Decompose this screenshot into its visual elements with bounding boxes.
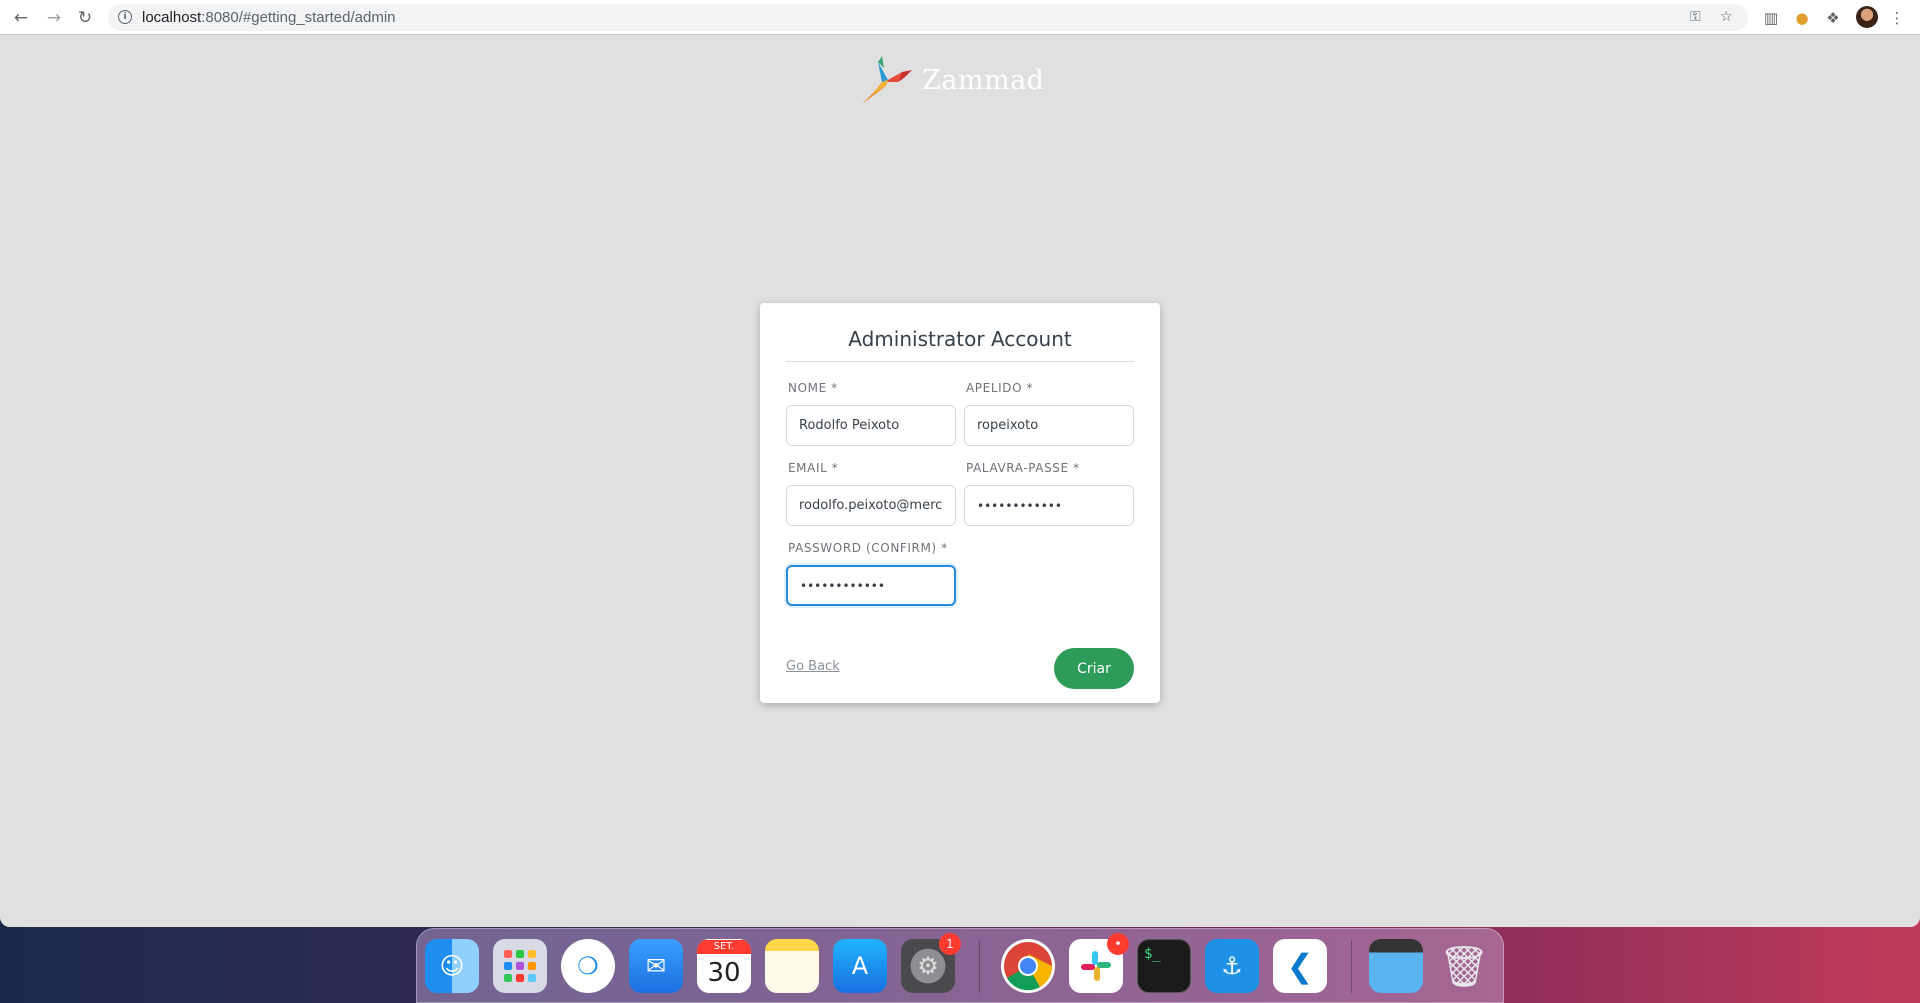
mail-icon[interactable]: ✉ [629,939,683,993]
calendar-month: SET. [697,940,751,954]
macos-dock: ☺ ❍ ✉ SET. 30 A ⚙ 1 • $_ ⚓ ❮ 🗑 [416,928,1504,1003]
reload-icon[interactable]: ↻ [73,6,97,30]
browser-menu-icon[interactable]: ⋮ [1886,7,1908,29]
apelido-label: APELIDO * [966,381,1034,395]
url-path: :8080/#getting_started/admin [201,9,396,26]
password-input[interactable]: •••••••••••• [964,485,1134,526]
back-icon[interactable]: ← [9,6,33,30]
email-label: EMAIL * [788,461,839,475]
go-back-link[interactable]: Go Back [786,659,840,674]
profile-avatar[interactable] [1856,6,1878,28]
logo-text: Zammad [922,64,1045,96]
extensions-puzzle-icon[interactable]: ❖ [1822,7,1844,29]
nome-input[interactable]: Rodolfo Peixoto [786,405,956,446]
docker-icon[interactable]: ⚓ [1205,939,1259,993]
page-content: Zammad Administrator Account NOME * Rodo… [0,36,1920,927]
bookmark-star-icon[interactable]: ☆ [1720,9,1733,25]
safari-icon[interactable]: ❍ [561,939,615,993]
slack-badge: • [1107,933,1129,955]
dock-separator [979,941,980,993]
terminal-icon[interactable]: $_ [1137,939,1191,993]
chrome-logo-icon [1004,942,1053,991]
zammad-bird-icon [862,56,912,104]
notes-icon[interactable] [765,939,819,993]
calendar-day: 30 [707,958,741,988]
url-host: localhost [142,9,202,26]
calendar-icon[interactable]: SET. 30 [697,939,751,993]
vscode-icon[interactable]: ❮ [1273,939,1327,993]
password-label: PALAVRA-PASSE * [966,461,1080,475]
downloads-folder-icon[interactable] [1369,939,1423,993]
trash-icon[interactable]: 🗑 [1437,939,1491,993]
browser-toolbar: ← → ↻ i localhost:8080/#getting_started/… [0,0,1920,35]
chrome-icon[interactable] [1001,939,1055,993]
address-bar[interactable]: i localhost:8080/#getting_started/admin … [108,4,1748,31]
title-divider [786,361,1134,362]
extension-translate-icon[interactable]: ▥ [1760,7,1782,29]
zammad-logo: Zammad [858,54,1044,106]
launchpad-grid-icon [504,950,536,982]
apelido-input[interactable]: ropeixoto [964,405,1134,446]
key-icon[interactable]: ⚿ [1690,9,1701,25]
dock-separator-2 [1351,941,1352,993]
extension-coin-icon[interactable]: ● [1791,7,1813,29]
browser-window: ← → ↻ i localhost:8080/#getting_started/… [0,0,1920,927]
finder-icon[interactable]: ☺ [425,939,479,993]
forward-icon[interactable]: → [42,6,66,30]
page-title: Administrator Account [848,327,1072,351]
settings-badge: 1 [939,933,961,955]
launchpad-icon[interactable] [493,939,547,993]
email-input[interactable]: rodolfo.peixoto@merc [786,485,956,526]
app-store-icon[interactable]: A [833,939,887,993]
criar-button[interactable]: Criar [1054,648,1134,689]
admin-account-card: Administrator Account NOME * Rodolfo Pei… [760,303,1160,703]
password-confirm-input[interactable]: •••••••••••• [786,565,956,606]
password-confirm-label: PASSWORD (CONFIRM) * [788,541,948,555]
slack-logo-icon [1081,951,1111,981]
url-text[interactable]: localhost:8080/#getting_started/admin [142,9,396,26]
nome-label: NOME * [788,381,838,395]
site-info-icon[interactable]: i [118,10,132,24]
